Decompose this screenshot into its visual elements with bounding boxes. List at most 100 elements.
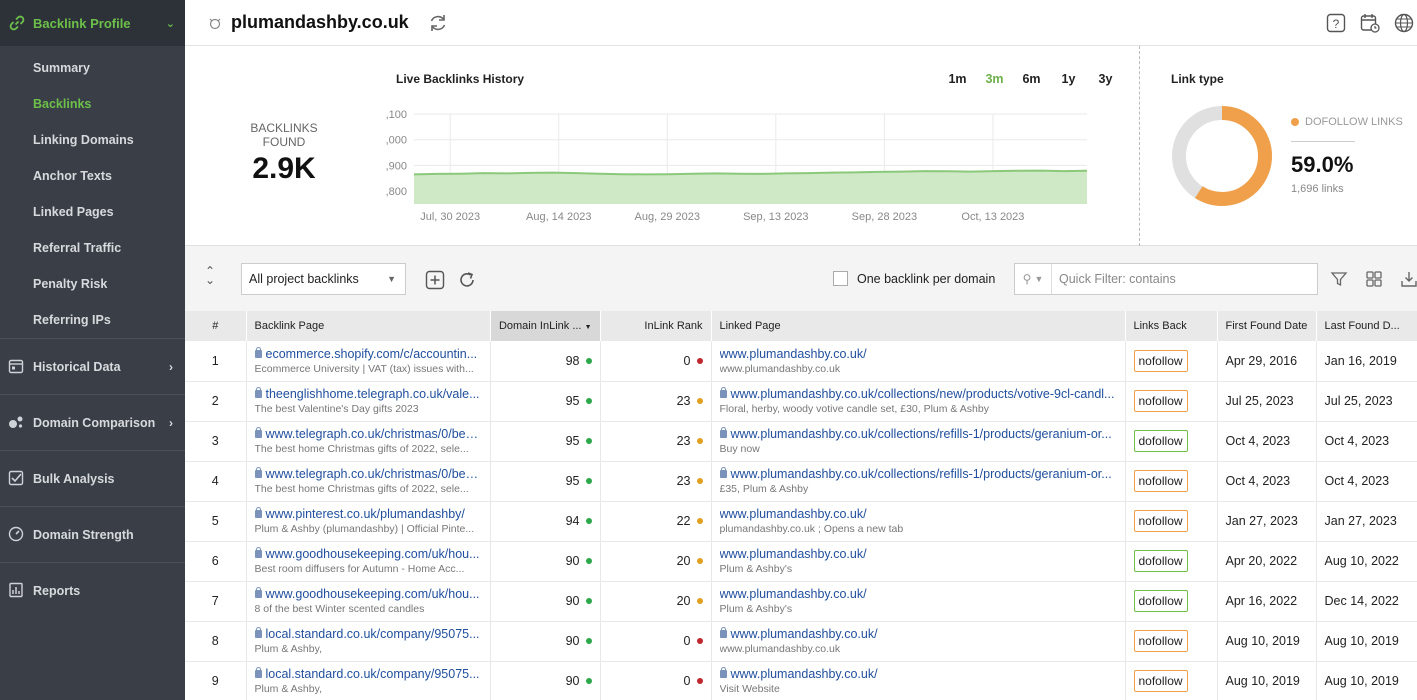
export-download-icon[interactable] — [1400, 270, 1417, 288]
rank-status-dot — [585, 518, 592, 524]
backlink-page-link[interactable]: local.standard.co.uk/company/95075... — [254, 667, 482, 681]
sidebar-item-referral-traffic[interactable]: Referral Traffic — [0, 230, 185, 266]
linked-page-cell: www.plumandashby.co.uk/Visit Website — [711, 661, 1126, 700]
sidebar-section-bulk-analysis[interactable]: Bulk Analysis — [0, 450, 185, 506]
range-6m[interactable]: 6m — [1013, 72, 1050, 86]
backlink-page-link[interactable]: www.telegraph.co.uk/christmas/0/bes... — [254, 467, 482, 481]
backlink-page-link[interactable]: ecommerce.shopify.com/c/accountin... — [254, 346, 482, 361]
rank-status-dot — [696, 638, 703, 644]
range-3m[interactable]: 3m — [976, 72, 1013, 86]
reload-icon[interactable] — [457, 270, 477, 290]
linked-page-link[interactable]: www.plumandashby.co.uk/ — [719, 627, 1117, 641]
anchor-text: Plum & Ashby's — [719, 603, 793, 615]
backlink-page-link[interactable]: www.goodhousekeeping.com/uk/hou... — [254, 547, 482, 561]
linked-page-link[interactable]: www.plumandashby.co.uk/collections/refil… — [719, 427, 1117, 441]
column-header-backlink-page[interactable]: Backlink Page — [246, 311, 491, 341]
sidebar-section-domain-strength[interactable]: Domain Strength — [0, 506, 185, 562]
linked-page-link[interactable]: www.plumandashby.co.uk/ — [720, 587, 1117, 601]
sidebar-header-backlink-profile[interactable]: Backlink Profile ⌄ — [0, 0, 185, 46]
legend-divider — [1291, 141, 1355, 142]
backlink-page-link[interactable]: theenglishhome.telegraph.co.uk/vale... — [254, 387, 482, 401]
linked-page-cell: www.plumandashby.co.uk/collections/refil… — [711, 421, 1126, 462]
sidebar-item-linked-pages[interactable]: Linked Pages — [0, 194, 185, 230]
inlink-rank-value: 0 — [683, 353, 691, 368]
columns-grid-icon[interactable] — [1365, 270, 1383, 288]
sidebar-item-summary[interactable]: Summary — [0, 50, 185, 86]
sidebar-section-label: Domain Strength — [33, 527, 134, 542]
quick-filter-input[interactable] — [1059, 272, 1309, 286]
refresh-icon[interactable] — [427, 12, 449, 34]
sidebar-item-backlinks[interactable]: Backlinks — [0, 86, 185, 122]
domain-inlink-rank-cell: 90 — [490, 661, 601, 700]
linked-page-link[interactable]: www.plumandashby.co.uk/collections/refil… — [719, 467, 1117, 481]
backlink-page-link[interactable]: www.goodhousekeeping.com/uk/hou... — [254, 587, 482, 601]
filter-icon[interactable] — [1330, 270, 1348, 288]
range-1y[interactable]: 1y — [1050, 72, 1087, 86]
column-header-inlink-rank[interactable]: InLink Rank — [600, 311, 712, 341]
sidebar-submenu: Summary Backlinks Linking Domains Anchor Te… — [0, 46, 185, 338]
column-header-linked-page[interactable]: Linked Page — [711, 311, 1126, 341]
last-found-date: Oct 4, 2023 — [1316, 421, 1417, 462]
table-row[interactable]: 8 local.standard.co.uk/company/95075... Pl… — [185, 621, 1417, 662]
sidebar-item-penalty-risk[interactable]: Penalty Risk — [0, 266, 185, 302]
first-found-date: Jan 27, 2023 — [1217, 501, 1317, 542]
table-row[interactable]: 9 local.standard.co.uk/company/95075... Pl… — [185, 661, 1417, 700]
backlink-page-link[interactable]: www.pinterest.co.uk/plumandashby/ — [254, 507, 482, 521]
backlink-page-cell: www.goodhousekeeping.com/uk/hou... Best r… — [246, 541, 491, 582]
column-header-first-found-date[interactable]: First Found Date — [1217, 311, 1317, 341]
table-row[interactable]: 6 www.goodhousekeeping.com/uk/hou... Best … — [185, 541, 1417, 582]
backlink-page-title: Ecommerce University | VAT (tax) issues … — [254, 362, 474, 375]
quick-filter: ⚲ ▼ — [1014, 263, 1318, 295]
table-row[interactable]: 5 www.pinterest.co.uk/plumandashby/Plum &… — [185, 501, 1417, 542]
linked-page-link[interactable]: www.plumandashby.co.uk/ — [719, 667, 1117, 681]
column-header-last-found-date[interactable]: Last Found D... — [1316, 311, 1417, 341]
sidebar-section-historical-data[interactable]: Historical Data › — [0, 338, 185, 394]
lock-icon — [254, 467, 262, 478]
globe-icon[interactable] — [1393, 12, 1415, 34]
sidebar-item-linking-domains[interactable]: Linking Domains — [0, 122, 185, 158]
checkbox-box[interactable] — [833, 271, 848, 286]
domain-inlink-rank-value: 90 — [565, 674, 580, 688]
add-icon[interactable] — [425, 270, 445, 290]
table-row[interactable]: 7 www.goodhousekeeping.com/uk/hou... 8 of … — [185, 581, 1417, 622]
search-options-button[interactable]: ⚲ ▼ — [1015, 264, 1052, 294]
expand-collapse-icon[interactable]: ⌃ ⌄ — [205, 265, 215, 286]
schedule-icon[interactable] — [1359, 12, 1381, 34]
link-type-donut-chart — [1172, 106, 1272, 206]
sidebar-section-domain-comparison[interactable]: Domain Comparison › — [0, 394, 185, 450]
range-1m[interactable]: 1m — [939, 72, 976, 86]
inlink-rank-value: 0 — [683, 674, 691, 688]
backlink-page-link[interactable]: www.telegraph.co.uk/christmas/0/bes... — [254, 427, 482, 441]
range-3y[interactable]: 3y — [1087, 72, 1124, 86]
linked-page-link[interactable]: www.plumandashby.co.uk/collections/new/p… — [719, 387, 1117, 401]
link-icon — [9, 15, 25, 31]
sidebar-item-anchor-texts[interactable]: Anchor Texts — [0, 158, 185, 194]
links-back-badge: nofollow — [1133, 630, 1188, 652]
help-icon[interactable]: ? — [1325, 12, 1347, 34]
column-header-domain-inlink-rank[interactable]: Domain InLink ... ▼ — [490, 311, 601, 341]
table-row[interactable]: 2 theenglishhome.telegraph.co.uk/vale... T… — [185, 381, 1417, 422]
backlinks-table: # Backlink Page Domain InLink ... ▼ InLi… — [185, 311, 1417, 700]
linked-page-link[interactable]: www.plumandashby.co.uk/ — [720, 547, 1117, 561]
sidebar-section-reports[interactable]: Reports — [0, 562, 185, 618]
column-header-number[interactable]: # — [185, 311, 247, 341]
backlinks-scope-value: All project backlinks — [249, 272, 359, 286]
table-row[interactable]: 4 www.telegraph.co.uk/christmas/0/bes... T… — [185, 461, 1417, 502]
sidebar-item-referring-ips[interactable]: Referring IPs — [0, 302, 185, 338]
first-found-date: Oct 4, 2023 — [1217, 461, 1317, 502]
first-found-date: Apr 20, 2022 — [1217, 541, 1317, 582]
first-found-date: Apr 16, 2022 — [1217, 581, 1317, 622]
linked-page-link[interactable]: www.plumandashby.co.uk/ — [720, 347, 1117, 361]
column-header-links-back[interactable]: Links Back — [1125, 311, 1218, 341]
one-backlink-per-domain-checkbox[interactable]: One backlink per domain — [833, 271, 995, 286]
backlinks-scope-select[interactable]: All project backlinks ▼ — [241, 263, 406, 295]
table-row[interactable]: 3 www.telegraph.co.uk/christmas/0/bes... T… — [185, 421, 1417, 462]
linked-page-link[interactable]: www.plumandashby.co.uk/ — [720, 507, 1117, 521]
backlink-page-title: Plum & Ashby, — [254, 683, 323, 695]
dofollow-legend-dot — [1291, 118, 1299, 126]
row-number: 2 — [185, 381, 247, 422]
chevron-right-icon: › — [169, 359, 173, 374]
linked-page-url: www.plumandashby.co.uk/collections/refil… — [730, 467, 1112, 481]
backlink-page-link[interactable]: local.standard.co.uk/company/95075... — [254, 627, 482, 641]
table-row[interactable]: 1 ecommerce.shopify.com/c/accountin... Eco… — [185, 341, 1417, 382]
